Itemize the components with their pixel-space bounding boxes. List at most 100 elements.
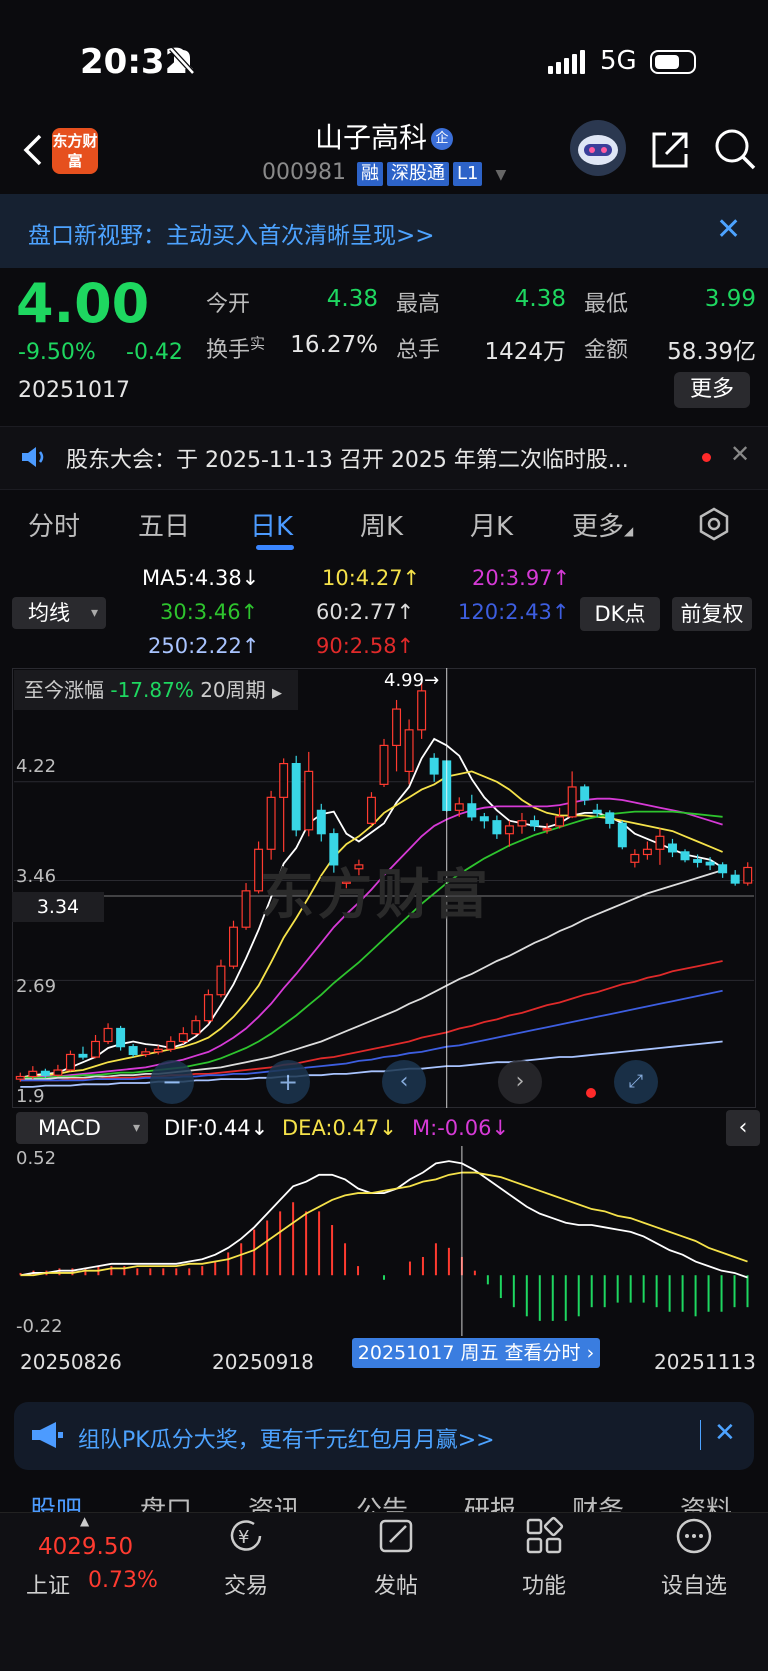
nav-trade[interactable]: 交易 <box>206 1568 286 1600</box>
functions-icon[interactable] <box>524 1516 564 1556</box>
ma90-label: 90:2.58↑ <box>316 634 415 658</box>
promo-text[interactable]: 组队PK瓜分大奖，更有千元红包月月赢>> <box>78 1422 495 1454</box>
candle-body <box>304 770 314 831</box>
speaker-icon <box>20 444 48 474</box>
candle-body <box>178 1033 188 1043</box>
gear-icon[interactable] <box>696 506 732 542</box>
perf-period: 20周期 <box>200 678 266 702</box>
chevron-down-icon: ▼ <box>495 167 507 183</box>
banner-close-icon[interactable]: ✕ <box>716 212 741 247</box>
index-name[interactable]: 上证 <box>26 1568 70 1600</box>
candle-body <box>705 861 715 866</box>
y-label-3: 2.69 <box>16 976 57 997</box>
ma-selector[interactable]: 均线 <box>12 597 106 629</box>
notice-close-icon[interactable]: ✕ <box>730 440 750 468</box>
turnover-sup: 实 <box>250 334 266 353</box>
stock-name: 山子高科 <box>314 121 427 154</box>
macd-chart[interactable] <box>0 1146 768 1336</box>
nav-post[interactable]: 发帖 <box>356 1568 436 1600</box>
tab-monthly-k[interactable]: 月K <box>470 506 513 543</box>
nav-watchlist[interactable]: 设自选 <box>654 1568 734 1600</box>
amount-value: 58.39亿 <box>667 339 756 365</box>
promo-divider <box>700 1420 701 1450</box>
candle-body <box>166 1040 176 1050</box>
candle-body <box>279 762 289 798</box>
candle-body <box>291 762 301 831</box>
scroll-left-icon[interactable]: ‹ <box>382 1060 426 1104</box>
quote-date: 20251017 <box>18 378 130 403</box>
y-label-2: 3.46 <box>16 866 57 887</box>
subtab-finance[interactable]: 财务 <box>572 1490 624 1512</box>
subtab-news[interactable]: 资讯 <box>248 1490 300 1512</box>
share-icon[interactable] <box>648 128 692 172</box>
ma120-label: 120:2.43↑ <box>458 600 570 624</box>
subtab-profile[interactable]: 资料 <box>680 1490 732 1512</box>
stock-code-row[interactable]: 000981 融深股通 L1 ▼ <box>262 160 506 186</box>
tab-daily-k[interactable]: 日K <box>250 506 293 543</box>
collapse-icon[interactable]: ‹ <box>726 1110 760 1146</box>
candle-body <box>542 827 552 831</box>
candle-body <box>680 851 690 861</box>
banner-text[interactable]: 盘口新视野：主动买入首次清晰呈现>> <box>28 216 435 250</box>
view-intraday-button[interactable]: 20251017 周五 查看分时 › <box>352 1338 600 1368</box>
open-label: 今开 <box>206 292 251 317</box>
ma-line-ma120 <box>20 989 723 1082</box>
last-price: 4.00 <box>16 272 150 335</box>
adjust-button[interactable]: 前复权 <box>672 597 752 631</box>
expand-up-icon[interactable]: ▲ <box>80 1514 89 1528</box>
candle-body <box>592 809 602 814</box>
svg-text:¥: ¥ <box>238 1527 249 1548</box>
index-change[interactable]: 0.73% <box>88 1568 158 1593</box>
candle-body <box>53 1069 63 1076</box>
promo-close-icon[interactable]: ✕ <box>714 1418 736 1448</box>
indicator-selector[interactable]: MACD <box>16 1112 148 1144</box>
candle-body <box>379 744 389 785</box>
dk-point-button[interactable]: DK点 <box>580 597 660 631</box>
trade-icon[interactable]: ¥ <box>226 1516 266 1556</box>
candle-body <box>517 820 527 827</box>
change-percent: -9.50% <box>18 340 96 365</box>
candle-body <box>630 853 640 863</box>
megaphone-icon <box>30 1420 64 1454</box>
tab-five-day[interactable]: 五日 <box>138 506 190 543</box>
tab-weekly-k[interactable]: 周K <box>360 506 403 543</box>
peak-label: 4.99→ <box>384 670 440 691</box>
zoom-in-icon[interactable]: + <box>266 1060 310 1104</box>
nav-functions[interactable]: 功能 <box>504 1568 584 1600</box>
chevron-right-icon: › <box>586 1342 595 1364</box>
more-button[interactable]: 更多 <box>674 372 750 408</box>
fullscreen-icon[interactable]: ⤢ <box>614 1060 658 1104</box>
tab-more[interactable]: 更多◢ <box>572 506 633 543</box>
candle-body <box>567 786 577 818</box>
enterprise-badge: 企 <box>431 128 453 150</box>
candle-body <box>617 822 627 848</box>
y-label-bottom: 1.9 <box>16 1086 45 1107</box>
marker-dot <box>586 1088 596 1098</box>
performance-box[interactable]: 至今涨幅 -17.87% 20周期 ▶ <box>14 670 298 710</box>
search-icon[interactable] <box>712 126 758 172</box>
assistant-robot-icon[interactable] <box>570 120 626 176</box>
x-label-start: 20250826 <box>20 1350 122 1374</box>
post-icon[interactable] <box>376 1516 416 1556</box>
index-value[interactable]: 4029.50 <box>38 1534 133 1560</box>
candle-body <box>78 1053 88 1058</box>
x-label-mid: 20250918 <box>212 1350 314 1374</box>
subtab-orderbook[interactable]: 盘口 <box>140 1490 192 1512</box>
candle-body <box>655 835 665 850</box>
scroll-right-icon[interactable]: › <box>498 1060 542 1104</box>
tab-intraday[interactable]: 分时 <box>28 506 80 543</box>
subtab-research[interactable]: 研报 <box>464 1490 516 1512</box>
subtab-forum[interactable]: 股吧 <box>30 1490 82 1512</box>
perf-value: -17.87% <box>110 678 194 702</box>
zoom-out-icon[interactable]: − <box>150 1060 194 1104</box>
subtab-announcements[interactable]: 公告 <box>356 1490 408 1512</box>
watchlist-icon[interactable] <box>674 1516 714 1556</box>
active-tab-indicator <box>256 545 294 550</box>
tag-margin: 融 <box>356 162 383 186</box>
candle-body <box>718 864 728 874</box>
notice-text[interactable]: 股东大会：于 2025-11-13 召开 2025 年第二次临时股... <box>66 442 666 474</box>
candle-body <box>203 994 213 1022</box>
candle-body <box>316 809 326 835</box>
crosshair-price: 3.34 <box>12 892 104 922</box>
turnover-value: 16.27% <box>290 332 378 358</box>
